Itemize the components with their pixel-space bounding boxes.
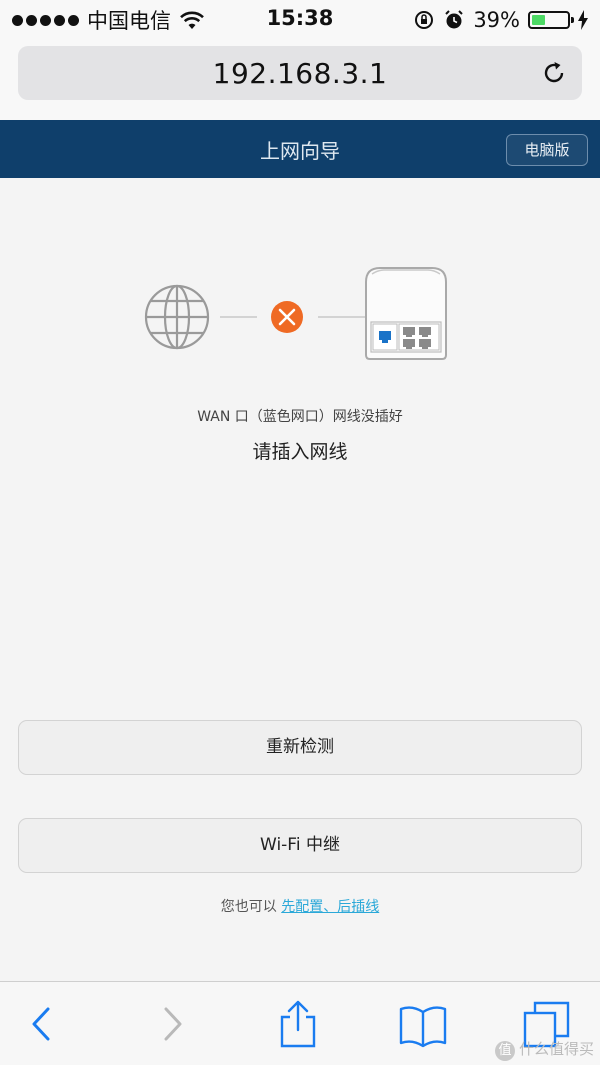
desktop-version-button[interactable]: 电脑版	[506, 134, 588, 166]
signal-strength-icon	[12, 14, 79, 26]
carrier-name: 中国电信	[87, 9, 171, 33]
back-icon[interactable]	[18, 1000, 68, 1050]
share-icon[interactable]	[273, 1000, 323, 1050]
router-icon	[365, 267, 447, 360]
status-bar: 中国电信 15:38 39%	[0, 0, 600, 40]
watermark: 值什么值得买	[494, 1038, 594, 1061]
hint-text: 您也可以 先配置、后插线	[0, 896, 600, 916]
address-bar[interactable]: 192.168.3.1	[18, 46, 582, 100]
status-message: 请插入网线	[252, 441, 348, 463]
globe-icon	[144, 284, 210, 350]
retry-button[interactable]: 重新检测	[18, 720, 582, 775]
rotation-lock-icon	[415, 11, 434, 29]
wifi-icon	[180, 11, 204, 29]
status-detail: WAN 口（蓝色网口）网线没插好	[197, 409, 403, 425]
forward-icon[interactable]	[148, 1000, 198, 1050]
battery-icon	[528, 11, 574, 29]
page-header: 上网向导 电脑版	[0, 120, 600, 178]
battery-percent: 39%	[473, 8, 520, 32]
alarm-icon	[445, 10, 464, 29]
error-icon	[271, 301, 303, 333]
connection-diagram	[144, 267, 447, 360]
bookmarks-icon[interactable]	[398, 1000, 448, 1050]
reload-icon[interactable]	[540, 59, 568, 87]
watermark-text: 什么值得买	[518, 1040, 594, 1058]
hint-prefix: 您也可以	[220, 899, 282, 915]
watermark-badge: 值	[494, 1041, 515, 1061]
url-text[interactable]: 192.168.3.1	[18, 57, 582, 90]
browser-address-area: 192.168.3.1	[0, 40, 600, 120]
configure-first-link[interactable]: 先配置、后插线	[281, 899, 379, 915]
charging-icon	[578, 10, 588, 30]
wifi-relay-button[interactable]: Wi-Fi 中继	[18, 818, 582, 873]
